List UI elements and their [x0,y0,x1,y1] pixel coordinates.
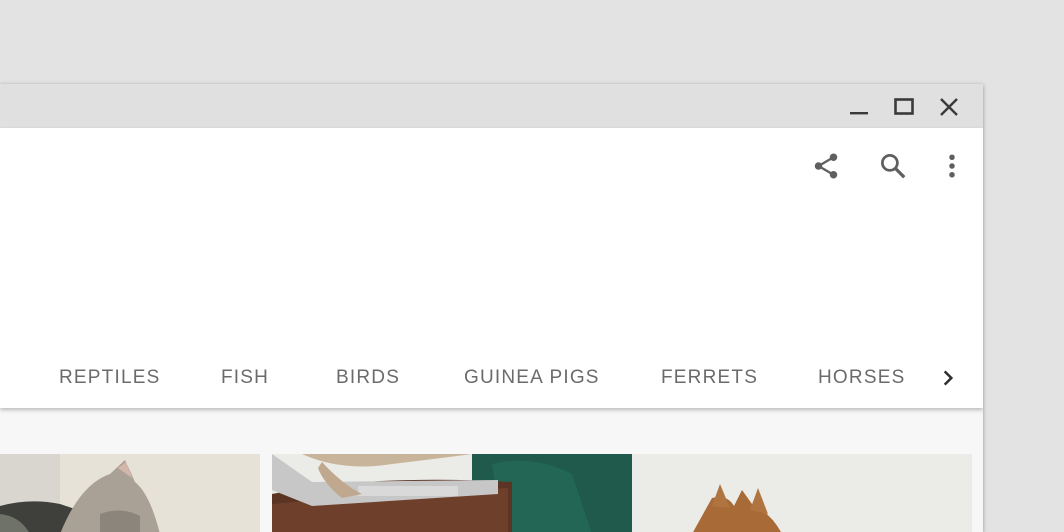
app-bar: REPTILES FISH BIRDS GUINEA PIGS FERRETS … [0,128,983,408]
search-icon[interactable] [877,150,909,182]
tab-ferrets[interactable]: FERRETS [661,354,758,402]
tab-birds[interactable]: BIRDS [336,354,400,402]
minimize-icon[interactable] [846,94,872,120]
cat-with-laptop-photo[interactable] [272,454,972,532]
gallery-content [0,408,983,532]
chevron-right-icon[interactable] [934,366,962,390]
tab-reptiles[interactable]: REPTILES [59,354,160,402]
tab-guinea-pigs[interactable]: GUINEA PIGS [464,354,600,402]
more-vert-icon[interactable] [936,150,968,182]
close-icon[interactable] [936,94,962,120]
cat-photo-left[interactable] [0,454,260,532]
app-window: REPTILES FISH BIRDS GUINEA PIGS FERRETS … [0,84,983,532]
tab-fish[interactable]: FISH [221,354,269,402]
tab-horses[interactable]: HORSES [818,354,905,402]
maximize-icon[interactable] [891,94,917,120]
category-tabs: REPTILES FISH BIRDS GUINEA PIGS FERRETS … [0,354,983,402]
share-icon[interactable] [810,150,842,182]
window-titlebar [0,84,983,128]
